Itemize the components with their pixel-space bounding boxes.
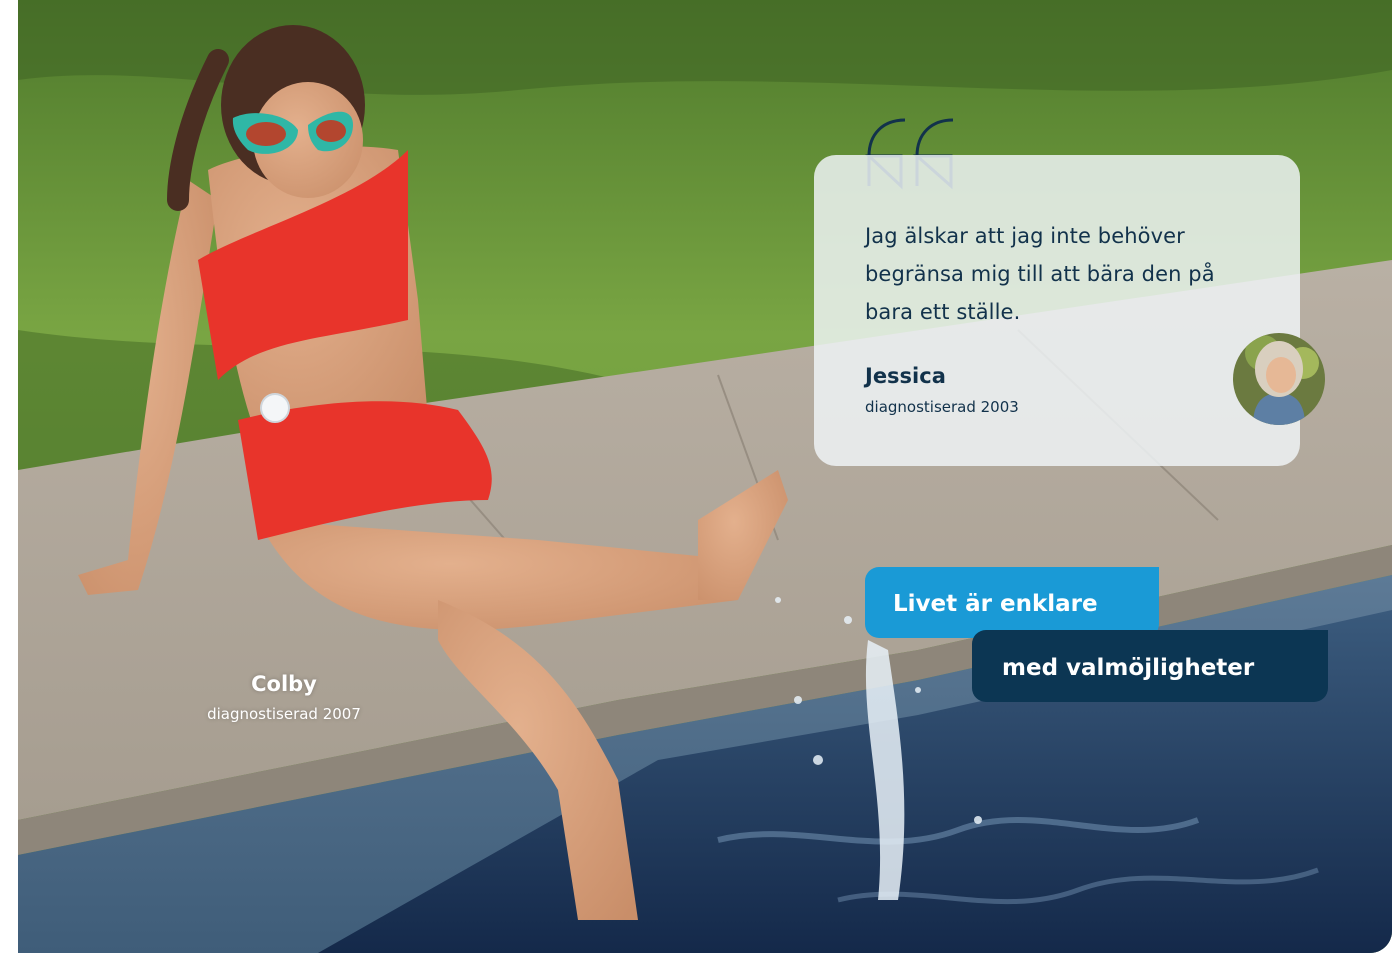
testimonial-quote: Jag älskar att jag inte behöver begränsa… bbox=[865, 224, 1215, 324]
testimonial-name: Jessica bbox=[865, 364, 946, 388]
testimonial-subtitle: diagnostiserad 2003 bbox=[865, 398, 1019, 416]
tagline-secondary: med valmöjligheter bbox=[972, 630, 1328, 702]
avatar bbox=[1233, 333, 1325, 425]
testimonial-card: Jag älskar att jag inte behöver begränsa… bbox=[814, 155, 1300, 466]
person-subtitle: diagnostiserad 2007 bbox=[207, 705, 361, 723]
person-name: Colby bbox=[251, 672, 317, 696]
hero-image: Jag älskar att jag inte behöver begränsa… bbox=[18, 0, 1392, 953]
portrait-photo bbox=[1233, 333, 1325, 425]
tagline-primary: Livet är enklare bbox=[865, 567, 1159, 638]
hero-photo-illustration bbox=[18, 0, 1392, 953]
